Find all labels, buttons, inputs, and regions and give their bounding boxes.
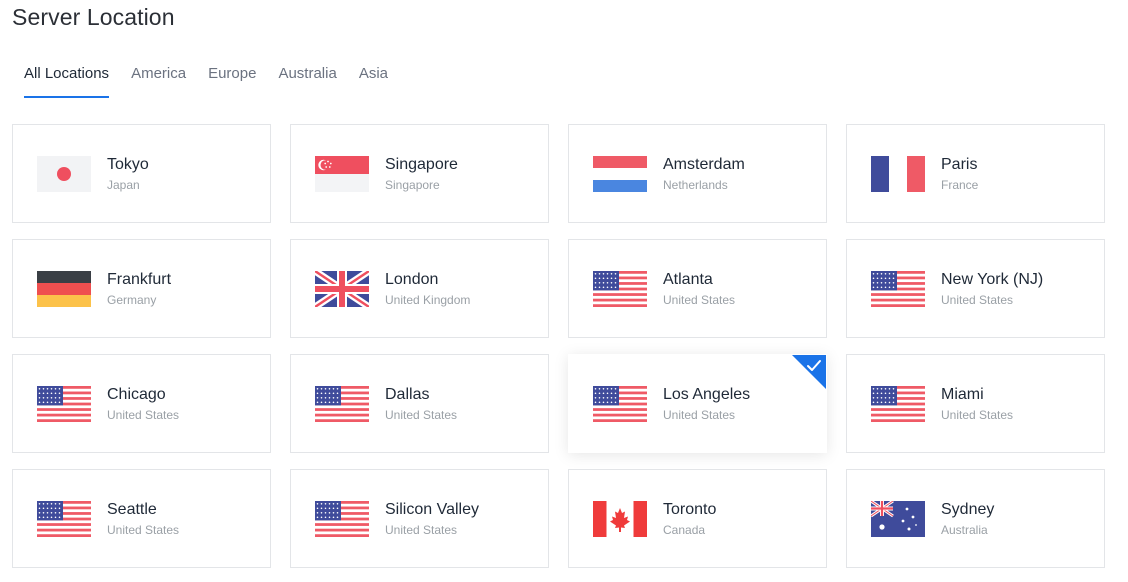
location-card[interactable]: Frankfurt Germany [12, 239, 271, 338]
country-name: France [941, 177, 979, 192]
location-info: London United Kingdom [385, 270, 470, 308]
check-icon [792, 355, 826, 389]
germany-flag-icon [37, 270, 91, 307]
uk-flag-icon [315, 270, 369, 307]
city-name: Silicon Valley [385, 500, 479, 518]
location-card[interactable]: Toronto Canada [568, 469, 827, 568]
location-info: Miami United States [941, 385, 1013, 423]
location-card[interactable]: Tokyo Japan [12, 124, 271, 223]
city-name: Tokyo [107, 155, 149, 173]
us-flag-icon [593, 270, 647, 307]
singapore-flag-icon [315, 155, 369, 192]
tab-australia[interactable]: Australia [278, 62, 336, 96]
location-card[interactable]: Atlanta United States [568, 239, 827, 338]
location-card[interactable]: Paris France [846, 124, 1105, 223]
country-name: Germany [107, 292, 157, 307]
location-info: New York (NJ) United States [941, 270, 1043, 308]
location-info: Frankfurt Germany [107, 270, 171, 308]
france-flag-icon [871, 155, 925, 192]
canada-flag-icon [593, 500, 647, 537]
country-name: United States [107, 407, 180, 422]
us-flag-icon [871, 385, 925, 422]
country-name: United States [385, 522, 458, 537]
location-info: Singapore Singapore [385, 155, 458, 193]
city-name: Chicago [107, 385, 166, 403]
us-flag-icon [37, 500, 91, 537]
country-name: Canada [663, 522, 706, 537]
location-info: Tokyo Japan [107, 155, 149, 193]
city-name: Paris [941, 155, 978, 173]
us-flag-icon [37, 385, 91, 422]
location-card[interactable]: Silicon Valley United States [290, 469, 549, 568]
location-card[interactable]: London United Kingdom [290, 239, 549, 338]
country-name: United States [941, 407, 1014, 422]
location-info: Sydney Australia [941, 500, 994, 538]
country-name: Singapore [385, 177, 440, 192]
location-info: Seattle United States [107, 500, 179, 538]
country-name: United States [385, 407, 458, 422]
location-info: Chicago United States [107, 385, 179, 423]
us-flag-icon [871, 270, 925, 307]
city-name: Frankfurt [107, 270, 172, 288]
country-name: Netherlands [663, 177, 728, 192]
city-name: Toronto [663, 500, 717, 518]
location-info: Amsterdam Netherlands [663, 155, 745, 193]
country-name: Japan [107, 177, 140, 192]
location-grid: Tokyo Japan Singapore Singapore Amsterdam Net… [12, 124, 1105, 568]
country-name: Australia [941, 522, 988, 537]
tab-europe[interactable]: Europe [208, 62, 256, 96]
us-flag-icon [315, 500, 369, 537]
location-card[interactable]: Los Angeles United States [568, 354, 827, 453]
region-tabs: All Locations America Europe Australia A… [24, 62, 388, 98]
tab-all-locations[interactable]: All Locations [24, 62, 110, 98]
location-info: Silicon Valley United States [385, 500, 479, 538]
page-title: Server Location [12, 4, 175, 30]
australia-flag-icon [871, 500, 925, 537]
country-name: United Kingdom [385, 292, 471, 307]
location-info: Toronto Canada [663, 500, 716, 538]
country-name: United States [663, 407, 736, 422]
country-name: United States [941, 292, 1014, 307]
location-card[interactable]: Chicago United States [12, 354, 271, 453]
city-name: Atlanta [663, 270, 713, 288]
location-card[interactable]: New York (NJ) United States [846, 239, 1105, 338]
location-card[interactable]: Sydney Australia [846, 469, 1105, 568]
country-name: United States [663, 292, 736, 307]
tab-america[interactable]: America [131, 62, 186, 96]
city-name: Seattle [107, 500, 157, 518]
city-name: Miami [941, 385, 984, 403]
location-info: Dallas United States [385, 385, 457, 423]
japan-flag-icon [37, 155, 91, 192]
location-info: Los Angeles United States [663, 385, 750, 423]
location-card[interactable]: Singapore Singapore [290, 124, 549, 223]
city-name: New York (NJ) [941, 270, 1044, 288]
location-info: Paris France [941, 155, 978, 193]
city-name: Los Angeles [663, 385, 751, 403]
us-flag-icon [315, 385, 369, 422]
city-name: Sydney [941, 500, 995, 518]
netherlands-flag-icon [593, 155, 647, 192]
city-name: London [385, 270, 439, 288]
country-name: United States [107, 522, 180, 537]
city-name: Singapore [385, 155, 458, 173]
location-card[interactable]: Miami United States [846, 354, 1105, 453]
city-name: Amsterdam [663, 155, 745, 173]
city-name: Dallas [385, 385, 430, 403]
tab-asia[interactable]: Asia [359, 62, 388, 96]
location-card[interactable]: Dallas United States [290, 354, 549, 453]
location-card[interactable]: Amsterdam Netherlands [568, 124, 827, 223]
location-info: Atlanta United States [663, 270, 735, 308]
us-flag-icon [593, 385, 647, 422]
location-card[interactable]: Seattle United States [12, 469, 271, 568]
